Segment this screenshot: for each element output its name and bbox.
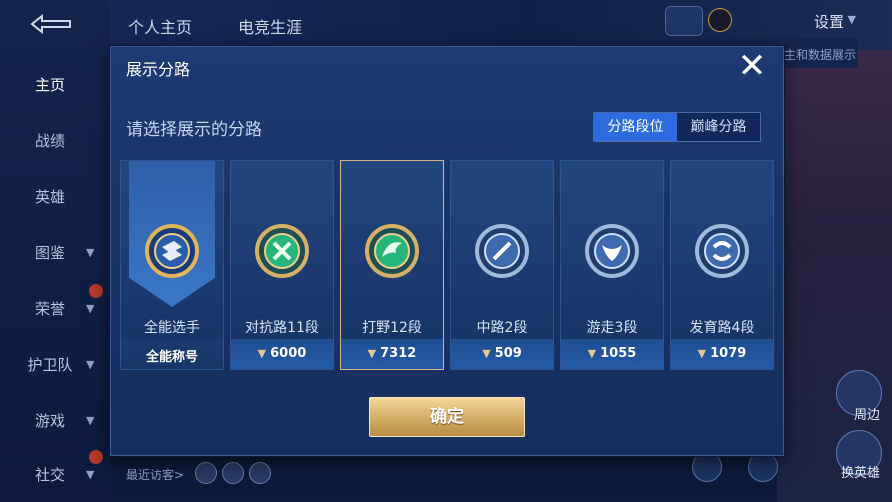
back-arrow-icon[interactable] [26, 12, 76, 36]
clash-lane-emblem-icon [255, 224, 309, 278]
lane-card-jungle[interactable]: 打野12段 ▼ 7312 [340, 160, 444, 370]
visitor-avatar[interactable] [195, 462, 217, 484]
vip-badge-icon[interactable] [708, 8, 732, 32]
card-score: 全能称号 [145, 350, 198, 365]
toggle-peak-lane[interactable]: 巅峰分路 [677, 113, 760, 141]
figure-icon[interactable] [692, 452, 722, 482]
card-name: 中路2段 [476, 320, 528, 336]
card-name: 全能选手 [144, 320, 200, 336]
chevron-down-icon: ▼ [86, 302, 95, 315]
roam-emblem-icon [585, 224, 639, 278]
card-score: 1079 [710, 346, 747, 361]
chevron-down-icon: ▼ [86, 414, 95, 427]
card-score: 509 [494, 346, 522, 361]
card-name: 发育路4段 [689, 320, 755, 336]
rank-points-icon: ▼ [257, 347, 267, 360]
lane-mode-toggle: 分路段位 巅峰分路 [593, 112, 761, 142]
notification-badge-icon [89, 284, 103, 298]
visitor-avatar[interactable] [249, 462, 271, 484]
card-name: 对抗路11段 [245, 320, 319, 336]
notification-badge-icon [89, 450, 103, 464]
card-score: 7312 [380, 346, 417, 361]
card-name: 打野12段 [362, 320, 422, 336]
tab-esports-career[interactable]: 电竞生涯 [238, 14, 302, 38]
sidebar-item-home[interactable]: 主页 [0, 74, 100, 95]
surroundings-label: 周边 [853, 408, 880, 423]
lane-card-roam[interactable]: 游走3段 ▼ 1055 [560, 160, 664, 370]
card-score-row: ▼ 6000 [231, 339, 333, 369]
sidebar-item-games[interactable]: 游戏 [0, 410, 100, 431]
rank-points-icon: ▼ [482, 347, 491, 360]
sidebar-item-honor[interactable]: 荣誉 [0, 298, 100, 319]
rank-points-icon: ▼ [587, 347, 597, 360]
right-panel [777, 50, 892, 502]
sidebar-item-record[interactable]: 战绩 [0, 130, 100, 151]
mid-lane-emblem-icon [475, 224, 529, 278]
rank-points-icon: ▼ [697, 347, 707, 360]
lane-card-all-round[interactable]: 全能选手 全能称号 [120, 160, 224, 370]
sidebar-item-social[interactable]: 社交 [0, 464, 100, 485]
tab-personal-home[interactable]: 个人主页 [128, 14, 192, 38]
switch-hero-label: 换英雄 [840, 466, 880, 481]
sidebar-item-heroes[interactable]: 英雄 [0, 186, 100, 207]
avatar[interactable] [665, 6, 703, 36]
card-name: 游走3段 [586, 320, 638, 336]
chevron-down-icon: ▼ [86, 358, 95, 371]
card-score-row: ▼ 7312 [341, 339, 443, 369]
card-score: 1055 [600, 346, 637, 361]
lane-card-clash[interactable]: 对抗路11段 ▼ 6000 [230, 160, 334, 370]
dialog-prompt: 请选择展示的分路 [126, 120, 262, 140]
card-score: 6000 [270, 346, 307, 361]
settings-button[interactable]: 设置 [814, 11, 844, 32]
all-round-emblem-icon [145, 224, 199, 278]
chevron-down-icon: ▼ [86, 468, 95, 481]
toggle-lane-rank[interactable]: 分路段位 [594, 113, 677, 141]
play-icon[interactable] [748, 452, 778, 482]
card-score-row: 全能称号 [121, 339, 223, 369]
jungle-emblem-icon [365, 224, 419, 278]
dialog-title: 展示分路 [126, 60, 191, 79]
confirm-button[interactable]: 确定 [369, 397, 525, 437]
card-score-row: ▼ 1079 [671, 339, 773, 369]
chevron-down-icon: ▼ [847, 13, 856, 26]
visitor-avatar[interactable] [222, 462, 244, 484]
close-icon[interactable]: ✕ [734, 49, 770, 84]
sidebar-item-gallery[interactable]: 图鉴 [0, 242, 100, 263]
chevron-down-icon: ▼ [86, 246, 95, 259]
rank-points-icon: ▼ [367, 347, 377, 360]
card-score-row: ▼ 1055 [561, 339, 663, 369]
card-score-row: ▼ 509 [451, 339, 553, 369]
lane-card-farm[interactable]: 发育路4段 ▼ 1079 [670, 160, 774, 370]
top-right-banner-text: 主和数据展示 [783, 48, 856, 62]
sidebar-item-guard-team[interactable]: 护卫队 [0, 354, 100, 375]
lane-card-mid[interactable]: 中路2段 ▼ 509 [450, 160, 554, 370]
farm-lane-emblem-icon [695, 224, 749, 278]
recent-visitors-link[interactable]: 最近访客> [126, 466, 184, 483]
